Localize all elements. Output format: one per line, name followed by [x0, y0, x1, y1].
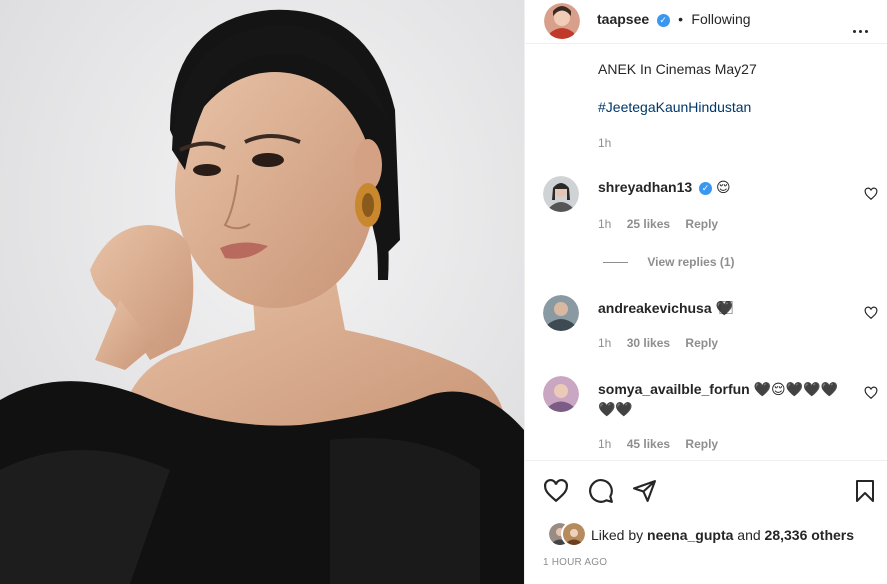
replies-line [603, 262, 628, 264]
comment-text: 😌 [715, 179, 731, 195]
comment-reply-button[interactable]: Reply [685, 437, 718, 451]
comment-text: 🖤😌🖤🖤🖤 [753, 381, 838, 397]
save-icon[interactable] [853, 478, 877, 504]
more-options-icon[interactable] [853, 20, 871, 38]
comment-avatar[interactable] [543, 295, 579, 331]
comment-likes[interactable]: 25 likes [627, 217, 670, 231]
post-timestamp[interactable]: 1 HOUR AGO [543, 557, 607, 568]
comment-text: 🖤⃞ [715, 300, 733, 316]
post-image[interactable] [0, 0, 524, 584]
caption-hashtag[interactable]: #JeetegaKaunHindustan [598, 99, 751, 115]
author-avatar[interactable] [544, 3, 580, 39]
comment-reply-button[interactable]: Reply [685, 336, 718, 350]
follow-status-button[interactable]: Following [691, 11, 750, 27]
share-icon[interactable] [632, 478, 657, 503]
comment-time: 1h [598, 437, 612, 451]
liked-by-user[interactable]: neena_gupta [647, 527, 733, 543]
separator-dot: • [678, 11, 683, 27]
comment-username[interactable]: somya_availble_forfun [598, 381, 750, 397]
portrait-illustration [0, 0, 524, 584]
comment-likes[interactable]: 45 likes [627, 437, 670, 451]
comment-avatar[interactable] [543, 176, 579, 212]
liked-by-prefix: Liked by [591, 527, 644, 543]
comment-username[interactable]: shreyadhan13 [598, 179, 692, 195]
comment-time: 1h [598, 336, 612, 350]
author-username[interactable]: taapsee [597, 11, 649, 27]
comments-area[interactable]: ANEK In Cinemas May27 #JeetegaKaunHindus… [525, 44, 887, 460]
comment-like-heart-icon[interactable] [864, 386, 878, 400]
verified-badge-icon: ✓ [699, 182, 713, 195]
liker-avatar-2[interactable] [561, 521, 587, 547]
comment-reply-button[interactable]: Reply [685, 217, 718, 231]
caption-text: ANEK In Cinemas May27 [598, 61, 757, 77]
post-header: taapsee ✓ • Following [525, 0, 887, 44]
comment-like-heart-icon[interactable] [864, 187, 878, 201]
likes-count[interactable]: 28,336 others [765, 527, 855, 543]
post-actions: Liked by neena_gupta and 28,336 others 1… [525, 460, 887, 584]
caption-time: 1h [598, 136, 612, 150]
comment-time: 1h [598, 217, 612, 231]
comment-text-continued: 🖤🖤 [598, 401, 633, 417]
heart-icon[interactable] [543, 478, 569, 504]
post-side-panel: taapsee ✓ • Following ANEK In Cinemas Ma… [524, 0, 887, 584]
comment-icon[interactable] [588, 478, 614, 504]
comment-username[interactable]: andreakevichusa [598, 300, 712, 316]
comment-avatar[interactable] [543, 376, 579, 412]
view-replies-button[interactable]: View replies (1) [647, 255, 734, 269]
liked-by-and: and [737, 527, 761, 543]
verified-badge-icon: ✓ [656, 14, 670, 27]
comment-likes[interactable]: 30 likes [627, 336, 670, 350]
comment-like-heart-icon[interactable] [864, 306, 878, 320]
